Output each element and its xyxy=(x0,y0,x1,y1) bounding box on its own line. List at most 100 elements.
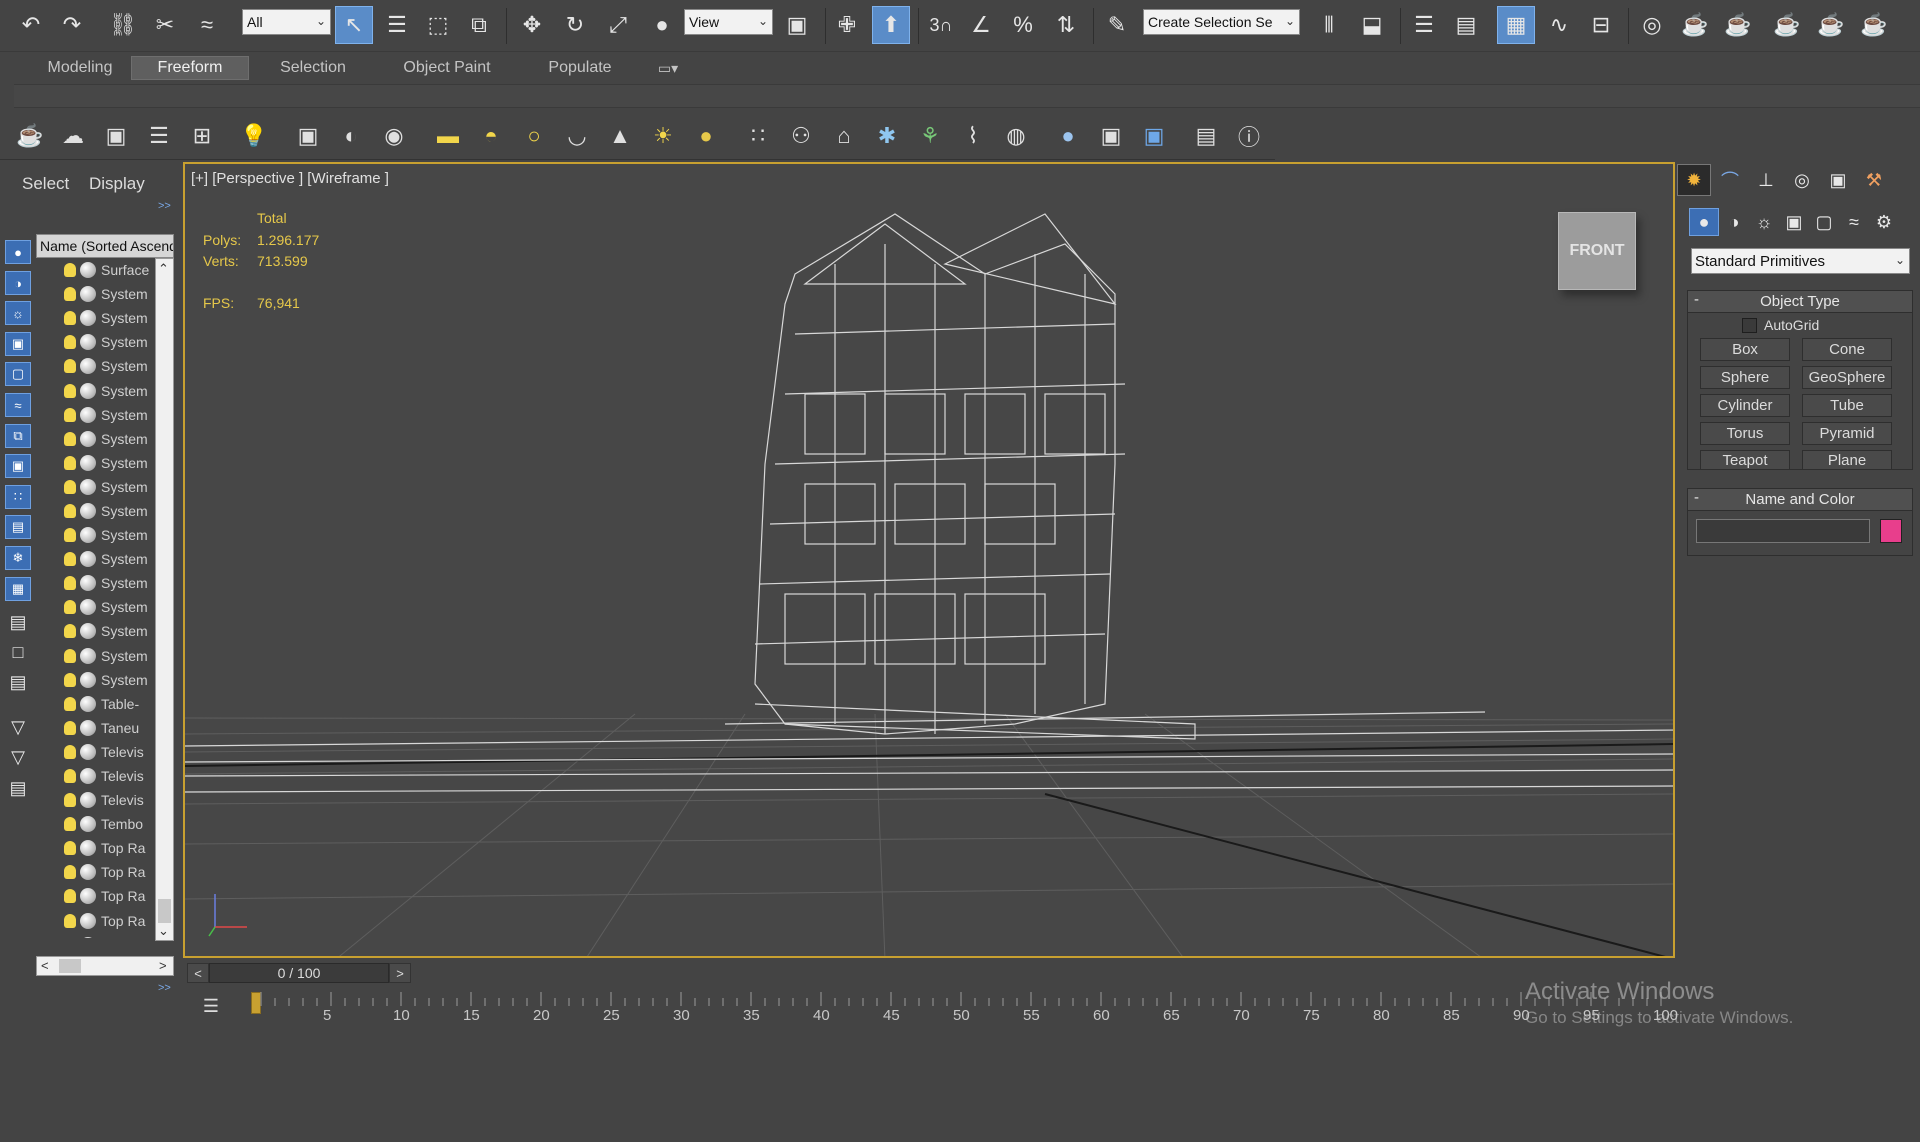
geometry-sphere-icon[interactable] xyxy=(80,913,96,929)
geometry-sphere-icon[interactable] xyxy=(80,792,96,808)
tab-modeling[interactable]: Modeling xyxy=(34,56,126,80)
render-in-cloud-icon[interactable]: ☕ xyxy=(1812,6,1850,44)
geometry-sphere-icon[interactable] xyxy=(80,888,96,904)
bowl-light-icon[interactable]: ◡ xyxy=(559,118,595,154)
sky-icon[interactable]: ● xyxy=(688,118,724,154)
display-frozen-icon[interactable]: ❄ xyxy=(5,546,31,570)
scene-object-row[interactable]: Top Ra xyxy=(36,884,155,908)
edit-named-selection-icon[interactable]: ✎ xyxy=(1098,6,1136,44)
dome-light-icon[interactable]: ◓ xyxy=(473,118,509,154)
scene-object-row[interactable]: System xyxy=(36,378,155,402)
space-warps-category-icon[interactable]: ≈ xyxy=(1839,208,1869,236)
next-frame-button[interactable]: > xyxy=(389,963,411,983)
object-name-input[interactable] xyxy=(1696,519,1870,543)
display-invert-icon[interactable]: ▤ xyxy=(5,670,31,694)
layer-manager-icon[interactable]: ▤ xyxy=(5,776,31,800)
tab-selection[interactable]: Selection xyxy=(268,56,358,80)
geometry-sphere-icon[interactable] xyxy=(80,575,96,591)
column-header-name[interactable]: Name (Sorted Ascending) xyxy=(36,234,174,258)
help-icon[interactable]: ⓘ xyxy=(1231,118,1267,154)
scene-object-row[interactable]: System xyxy=(36,475,155,499)
display-lights-icon[interactable]: ☼ xyxy=(5,301,31,325)
render-production-icon[interactable]: ☕ xyxy=(1768,6,1806,44)
array-icon[interactable]: ∷ xyxy=(740,118,776,154)
tab-populate[interactable]: Populate xyxy=(538,56,622,80)
geometry-sphere-icon[interactable] xyxy=(80,334,96,350)
scene-object-row[interactable]: System xyxy=(36,619,155,643)
scene-object-row[interactable]: Tembo xyxy=(36,812,155,836)
viewcube[interactable]: FRONT xyxy=(1558,212,1636,290)
geometry-sphere-icon[interactable] xyxy=(80,551,96,567)
time-slider-thumb[interactable]: 0 / 100 xyxy=(209,963,389,983)
sun-icon[interactable]: ☀ xyxy=(645,118,681,154)
unlink-icon[interactable]: ✂ xyxy=(146,6,184,44)
display-geometry-icon[interactable]: ● xyxy=(5,240,31,264)
display-cameras-icon[interactable]: ▣ xyxy=(5,332,31,356)
place-icon[interactable]: ● xyxy=(643,6,681,44)
lights-category-icon[interactable]: ☼ xyxy=(1749,208,1779,236)
horizontal-scrollbar[interactable]: < > xyxy=(36,956,174,976)
horizontal-scroll-thumb[interactable] xyxy=(59,959,81,973)
light-bulb-icon[interactable] xyxy=(64,721,76,735)
scene-object-row[interactable]: System xyxy=(36,595,155,619)
light-bulb-icon[interactable] xyxy=(64,432,76,446)
geometry-sphere-icon[interactable] xyxy=(80,310,96,326)
window-crossing-icon[interactable]: ⧉ xyxy=(460,6,498,44)
fur-icon[interactable]: ✱ xyxy=(869,118,905,154)
object-color-swatch[interactable] xyxy=(1880,519,1902,543)
scene-object-row[interactable]: System xyxy=(36,547,155,571)
box-button[interactable]: Box xyxy=(1700,338,1790,361)
cone-button[interactable]: Cone xyxy=(1802,338,1892,361)
light-bulb-icon[interactable] xyxy=(64,841,76,855)
material-sphere-icon[interactable]: ● xyxy=(1050,118,1086,154)
cylinder-button[interactable]: Cylinder xyxy=(1700,394,1790,417)
light-bulb-icon[interactable] xyxy=(64,456,76,470)
geometry-sphere-icon[interactable] xyxy=(80,455,96,471)
plane-button[interactable]: Plane xyxy=(1802,450,1892,470)
light-bulb-icon[interactable] xyxy=(64,480,76,494)
systems-category-icon[interactable]: ⚙ xyxy=(1869,208,1899,236)
scene-object-row[interactable]: System xyxy=(36,282,155,306)
display-hidden-icon[interactable]: ▦ xyxy=(5,577,31,601)
light-bulb-icon[interactable] xyxy=(64,649,76,663)
pivot-center-icon[interactable]: ▣ xyxy=(778,6,816,44)
filter-icon[interactable]: ▽ xyxy=(5,715,31,739)
light-bulb-icon[interactable] xyxy=(64,600,76,614)
light-bulb-icon[interactable] xyxy=(64,673,76,687)
light-bulb-icon[interactable] xyxy=(64,576,76,590)
video-camera-icon[interactable]: ◉ xyxy=(376,118,412,154)
light-bulb-icon[interactable] xyxy=(64,335,76,349)
light-bulb-icon[interactable] xyxy=(64,287,76,301)
light-bulb-icon[interactable] xyxy=(64,528,76,542)
display-tab-icon[interactable]: ▣ xyxy=(1821,164,1855,196)
light-bulb-icon[interactable] xyxy=(64,311,76,325)
scene-object-row[interactable]: System xyxy=(36,644,155,668)
geometry-sphere-icon[interactable] xyxy=(80,720,96,736)
shapes-category-icon[interactable]: ◑ xyxy=(1719,208,1749,236)
tab-freeform[interactable]: Freeform xyxy=(131,56,249,80)
display-all-icon[interactable]: ▤ xyxy=(5,610,31,634)
geometry-sphere-icon[interactable] xyxy=(80,840,96,856)
scroll-up-icon[interactable]: ⌃ xyxy=(158,261,169,277)
selection-filter-dropdown[interactable]: All ⌄ xyxy=(242,9,331,35)
scene-object-row[interactable]: System xyxy=(36,403,155,427)
geometry-sphere-icon[interactable] xyxy=(80,527,96,543)
bind-space-warp-icon[interactable]: ≈ xyxy=(188,6,226,44)
scene-object-row[interactable]: System xyxy=(36,306,155,330)
teapot-button[interactable]: Teapot xyxy=(1700,450,1790,470)
curve-editor-icon[interactable]: ∿ xyxy=(1540,6,1578,44)
spinner-snap-icon[interactable]: ⇅ xyxy=(1047,6,1085,44)
scene-object-row[interactable]: System xyxy=(36,523,155,547)
sphere-light-icon[interactable]: ○ xyxy=(516,118,552,154)
rotate-icon[interactable]: ↻ xyxy=(556,6,594,44)
create-tab-icon[interactable]: ✹ xyxy=(1677,164,1711,196)
light-bulb-icon[interactable] xyxy=(64,865,76,879)
hair-fur-icon[interactable]: ⌇ xyxy=(955,118,991,154)
teapot-icon[interactable]: ☕ xyxy=(12,118,48,154)
scene-object-row[interactable]: Taneu xyxy=(36,716,155,740)
geometry-sphere-icon[interactable] xyxy=(80,262,96,278)
geometry-sphere-icon[interactable] xyxy=(80,768,96,784)
display-helpers-icon[interactable]: ▢ xyxy=(5,362,31,386)
name-and-color-header[interactable]: - Name and Color xyxy=(1688,489,1912,511)
select-by-name-icon[interactable]: ☰ xyxy=(378,6,416,44)
